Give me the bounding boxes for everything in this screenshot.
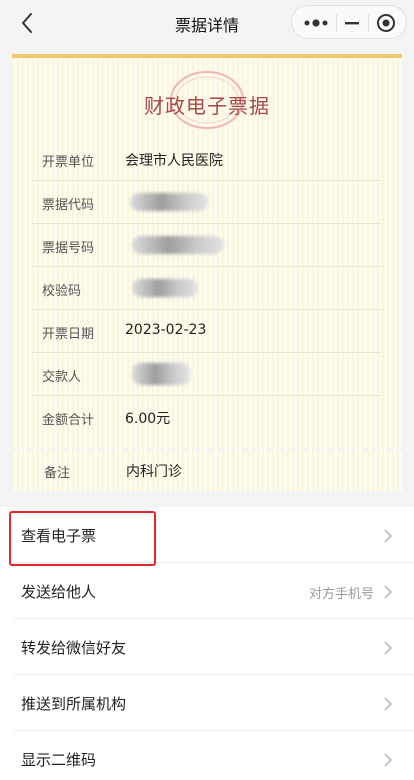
- view-e-ticket-item[interactable]: 查看电子票: [0, 507, 414, 566]
- redacted-value: [132, 363, 190, 385]
- field-check-code: 校验码: [32, 267, 382, 310]
- field-label: 票据代码: [42, 198, 95, 213]
- chevron-right-icon: [384, 641, 393, 655]
- item-label: 推送到所属机构: [21, 695, 127, 713]
- capsule-divider: [368, 14, 369, 32]
- redacted-value: [132, 279, 198, 297]
- field-label: 交款人: [42, 370, 82, 385]
- highlight-box: [9, 511, 156, 566]
- field-value: 6.00元: [125, 411, 171, 427]
- remark-value: 内科门诊: [126, 464, 182, 480]
- field-bill-code: 票据代码: [32, 181, 382, 224]
- item-label: 发送给他人: [21, 583, 97, 601]
- send-to-others-item[interactable]: 发送给他人 对方手机号: [0, 563, 414, 619]
- minimize-icon[interactable]: [343, 15, 361, 31]
- field-label: 校验码: [42, 284, 82, 299]
- field-value: 会理市人民医院: [125, 153, 223, 169]
- redacted-value: [130, 193, 208, 211]
- chevron-right-icon: [384, 697, 393, 711]
- field-issuer: 开票单位 会理市人民医院: [32, 138, 382, 181]
- capsule-divider: [336, 14, 337, 32]
- receipt-title: 财政电子票据: [144, 94, 270, 118]
- show-qrcode-item[interactable]: 显示二维码: [0, 731, 414, 780]
- field-value: 2023-02-23: [125, 322, 207, 338]
- chevron-right-icon: [384, 529, 393, 543]
- action-list: 查看电子票 发送给他人 对方手机号 转发给微信好友 推送到所属机构 显示二维码: [0, 507, 414, 780]
- field-payer: 交款人: [32, 353, 382, 396]
- push-institution-item[interactable]: 推送到所属机构: [0, 675, 414, 731]
- mini-program-capsule: [291, 5, 407, 39]
- field-label: 开票单位: [42, 155, 95, 170]
- item-label: 显示二维码: [21, 751, 97, 769]
- forward-wechat-item[interactable]: 转发给微信好友: [0, 619, 414, 675]
- item-hint: 对方手机号: [308, 587, 374, 602]
- target-close-icon[interactable]: [375, 12, 397, 34]
- receipt-card: 财政电子票据 开票单位 会理市人民医院 票据代码 票据号码 校验码 开票日期 2…: [12, 54, 402, 456]
- field-label: 开票日期: [42, 327, 95, 342]
- remark-row: 备注 内科门诊: [12, 451, 402, 491]
- field-issue-date: 开票日期 2023-02-23: [32, 310, 382, 353]
- field-label: 金额合计: [42, 413, 95, 428]
- nav-bar: 票据详情: [0, 0, 414, 46]
- chevron-right-icon: [384, 753, 393, 767]
- redacted-value: [132, 236, 224, 254]
- more-dots-icon[interactable]: [302, 15, 330, 31]
- chevron-right-icon: [384, 585, 393, 599]
- item-label: 转发给微信好友: [21, 639, 127, 657]
- field-total-amount: 金额合计 6.00元: [32, 396, 382, 439]
- field-label: 票据号码: [42, 241, 95, 256]
- field-bill-number: 票据号码: [32, 224, 382, 267]
- remark-label: 备注: [44, 466, 71, 481]
